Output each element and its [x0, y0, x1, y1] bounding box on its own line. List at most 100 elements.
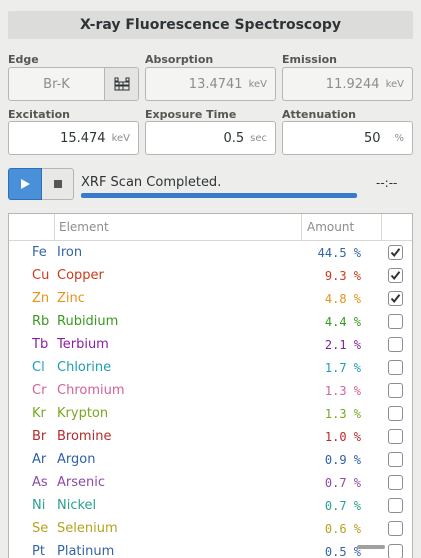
exposure-input[interactable]: 0.5 sec [145, 121, 276, 155]
element-symbol: Cu [32, 268, 50, 283]
element-amount: 4.8 % [324, 291, 361, 306]
element-checkbox[interactable] [388, 360, 403, 375]
amount-column-header[interactable]: Amount [301, 214, 381, 240]
table-row[interactable]: Ni Nickel 0.7 % [9, 494, 412, 517]
element-amount: 1.3 % [324, 406, 361, 421]
play-icon [21, 179, 30, 189]
table-row[interactable]: Cr Chromium 1.3 % [9, 379, 412, 402]
element-checkbox[interactable] [388, 383, 403, 398]
element-symbol: Tb [32, 337, 49, 352]
element-select-cell [381, 337, 412, 352]
scan-time: --:-- [376, 176, 398, 190]
table-row[interactable]: As Arsenic 0.7 % [9, 471, 412, 494]
symbol-column-header[interactable] [9, 214, 54, 240]
stop-scan-button[interactable] [42, 168, 74, 200]
table-row[interactable]: Cl Chlorine 1.7 % [9, 356, 412, 379]
element-symbol: Zn [32, 291, 50, 306]
table-row[interactable]: Fe Iron 44.5 % [9, 241, 412, 264]
select-column-header[interactable] [381, 214, 412, 240]
element-symbol: Br [32, 429, 47, 444]
element-checkbox[interactable] [388, 452, 403, 467]
edge-label: Edge [8, 53, 39, 66]
start-scan-button[interactable] [8, 168, 42, 200]
checkmark-icon [390, 294, 401, 304]
periodic-table-icon [114, 77, 129, 91]
element-symbol: Pt [32, 544, 45, 558]
element-amount: 1.0 % [324, 429, 361, 444]
element-checkbox[interactable] [388, 498, 403, 513]
exposure-value: 0.5 [223, 130, 245, 146]
element-checkbox[interactable] [388, 268, 403, 283]
element-checkbox[interactable] [388, 521, 403, 536]
element-symbol: Ar [32, 452, 47, 467]
element-amount: 0.7 % [324, 498, 361, 513]
element-name: Chlorine [57, 360, 112, 375]
absorption-value: 13.4741 [188, 76, 243, 92]
table-row[interactable]: Kr Krypton 1.3 % [9, 402, 412, 425]
emission-label: Emission [282, 53, 337, 66]
element-select-cell [381, 406, 412, 421]
results-table: Element Amount Fe Iron 44.5 % Cu Copper 9.3 %… [8, 213, 413, 558]
table-row[interactable]: Zn Zinc 4.8 % [9, 287, 412, 310]
element-symbol: Cl [32, 360, 45, 375]
element-checkbox[interactable] [388, 245, 403, 260]
element-column-header[interactable]: Element [54, 214, 301, 240]
element-symbol: As [32, 475, 48, 490]
element-symbol: Se [32, 521, 49, 536]
excitation-label: Excitation [8, 108, 70, 121]
element-checkbox[interactable] [388, 337, 403, 352]
element-symbol: Fe [32, 245, 47, 260]
edge-selector[interactable]: Br-K [8, 67, 139, 101]
exposure-unit: sec [250, 132, 267, 144]
element-symbol: Cr [32, 383, 47, 398]
table-row[interactable]: Cu Copper 9.3 % [9, 264, 412, 287]
absorption-label: Absorption [145, 53, 214, 66]
element-name: Selenium [57, 521, 118, 536]
table-row[interactable]: Rb Rubidium 4.4 % [9, 310, 412, 333]
element-amount: 0.6 % [324, 521, 361, 536]
element-select-cell [381, 245, 412, 260]
element-amount: 2.1 % [324, 337, 361, 352]
element-checkbox[interactable] [388, 291, 403, 306]
element-amount: 1.3 % [324, 383, 361, 398]
table-row[interactable]: Br Bromine 1.0 % [9, 425, 412, 448]
element-select-cell [381, 498, 412, 513]
element-select-cell [381, 544, 412, 558]
element-name: Copper [57, 268, 104, 283]
table-header: Element Amount [9, 214, 412, 241]
table-row[interactable]: Tb Terbium 2.1 % [9, 333, 412, 356]
emission-value: 11.9244 [325, 76, 380, 92]
element-select-cell [381, 429, 412, 444]
edge-picker-button[interactable] [104, 68, 138, 100]
element-amount: 4.4 % [324, 314, 361, 329]
excitation-input[interactable]: 15.474 keV [8, 121, 139, 155]
scan-progress-fill [81, 193, 357, 198]
table-row[interactable]: Pt Platinum 0.5 % [9, 540, 412, 558]
element-select-cell [381, 475, 412, 490]
element-checkbox[interactable] [388, 429, 403, 444]
element-amount: 1.7 % [324, 360, 361, 375]
checkmark-icon [390, 248, 401, 258]
table-scrollbar[interactable] [357, 545, 385, 549]
stop-icon [53, 180, 62, 188]
attenuation-unit: % [394, 132, 404, 144]
element-name: Nickel [57, 498, 97, 513]
element-select-cell [381, 291, 412, 306]
attenuation-value: 50 [363, 130, 381, 146]
table-row[interactable]: Ar Argon 0.9 % [9, 448, 412, 471]
edge-value: Br-K [43, 76, 70, 92]
element-checkbox[interactable] [388, 475, 403, 490]
exposure-label: Exposure Time [145, 108, 237, 121]
absorption-field: 13.4741 keV [145, 67, 276, 101]
attenuation-input[interactable]: 50 % [282, 121, 413, 155]
excitation-value: 15.474 [60, 130, 106, 146]
element-checkbox[interactable] [388, 544, 403, 558]
element-name: Bromine [57, 429, 112, 444]
element-name: Krypton [57, 406, 109, 421]
element-checkbox[interactable] [388, 406, 403, 421]
element-amount: 9.3 % [324, 268, 361, 283]
element-checkbox[interactable] [388, 314, 403, 329]
table-row[interactable]: Se Selenium 0.6 % [9, 517, 412, 540]
element-symbol: Ni [32, 498, 46, 513]
element-name: Platinum [57, 544, 115, 558]
